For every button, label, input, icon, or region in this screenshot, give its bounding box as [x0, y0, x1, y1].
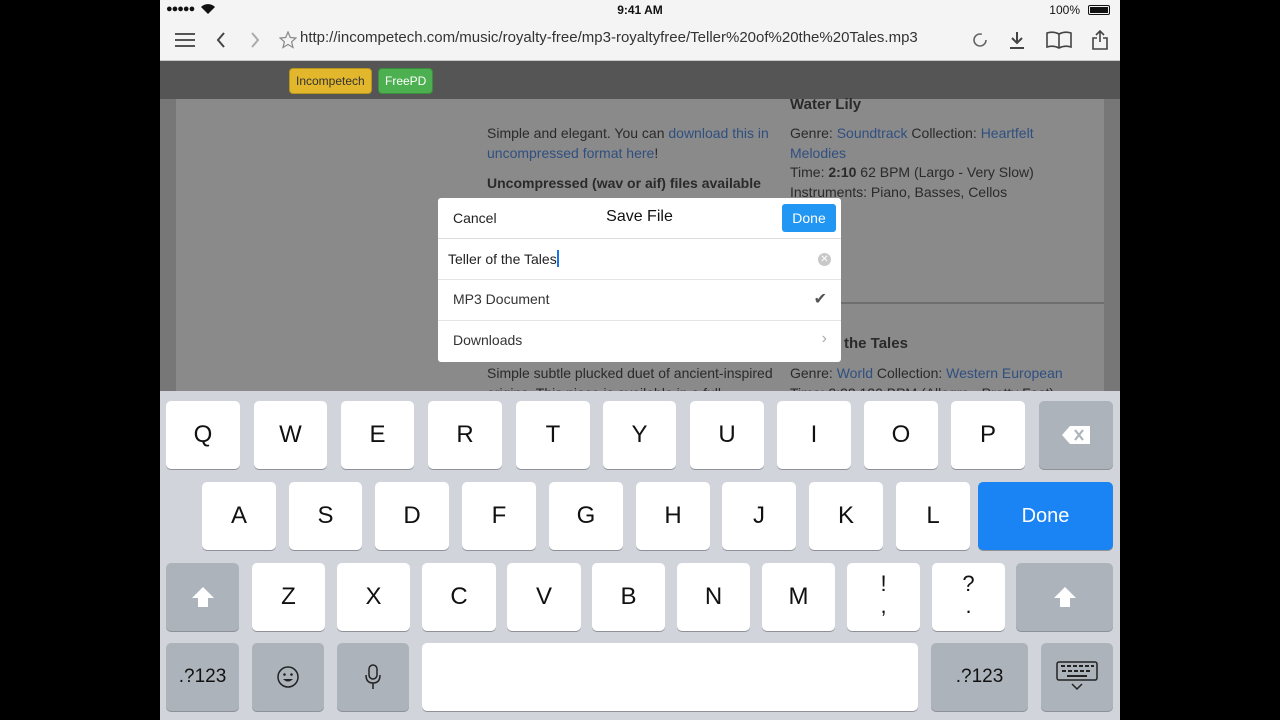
shift-key[interactable] — [166, 563, 239, 631]
track-title: the Tales — [844, 335, 908, 352]
track-genre: Genre: World Collection: Western Europea… — [790, 365, 1063, 381]
numbers-key-right[interactable]: .?123 — [931, 643, 1028, 711]
clock: 9:41 AM — [617, 3, 663, 17]
tag-incompetech[interactable]: Incompetech — [289, 68, 372, 94]
key-q[interactable]: Q — [166, 401, 240, 469]
backspace-key[interactable] — [1039, 401, 1113, 469]
done-key[interactable]: Done — [978, 482, 1113, 550]
uncompressed-note: Uncompressed (wav or aif) files availabl… — [487, 175, 761, 191]
description-paragraph: Simple subtle plucked duet of ancient-in… — [487, 365, 773, 381]
key-m[interactable]: M — [762, 563, 835, 631]
shift-icon — [191, 587, 214, 607]
genre-link[interactable]: World — [837, 365, 873, 381]
key-n[interactable]: N — [677, 563, 750, 631]
key-o[interactable]: O — [864, 401, 938, 469]
key-l[interactable]: L — [896, 482, 970, 550]
key-b[interactable]: B — [592, 563, 665, 631]
battery-percent: 100% — [1049, 3, 1080, 17]
shift-icon — [1053, 587, 1076, 607]
chevron-right-icon: › — [821, 330, 827, 347]
share-icon[interactable] — [1090, 28, 1110, 52]
key-g[interactable]: G — [549, 482, 623, 550]
location-label: Downloads — [453, 332, 523, 348]
dialog-title: Save File — [606, 208, 673, 225]
file-type-row[interactable]: MP3 Document ✔ — [438, 280, 841, 321]
battery-icon — [1088, 5, 1110, 15]
shift-key-right[interactable] — [1016, 563, 1113, 631]
filename-text: Teller of the Tales — [448, 251, 557, 267]
clear-text-icon[interactable]: ✕ — [818, 253, 831, 266]
uncompressed-link[interactable]: uncompressed format here — [487, 145, 654, 161]
key-p[interactable]: P — [951, 401, 1025, 469]
key-f[interactable]: F — [462, 482, 536, 550]
key-a[interactable]: A — [202, 482, 276, 550]
save-file-dialog: Cancel Save File Done Teller of the Tale… — [438, 198, 841, 362]
menu-icon[interactable] — [174, 28, 196, 52]
collection-link[interactable]: Heartfelt — [981, 125, 1034, 141]
on-screen-keyboard: Q W E R T Y U I O P A S D F G H J K L Do… — [160, 391, 1120, 720]
key-exclamation-comma[interactable]: !, — [847, 563, 920, 631]
key-e[interactable]: E — [341, 401, 414, 469]
key-j[interactable]: J — [722, 482, 796, 550]
back-icon[interactable] — [212, 28, 230, 52]
done-button[interactable]: Done — [782, 204, 836, 232]
genre-link[interactable]: Soundtrack — [837, 125, 908, 141]
microphone-icon — [365, 664, 381, 689]
key-k[interactable]: K — [809, 482, 883, 550]
key-t[interactable]: T — [516, 401, 590, 469]
url-field[interactable]: http://incompetech.com/music/royalty-fre… — [300, 29, 918, 46]
site-nav-bar: Incompetech FreePD — [160, 61, 1120, 99]
keyboard-dismiss-icon — [1056, 661, 1098, 691]
key-s[interactable]: S — [289, 482, 362, 550]
space-bar[interactable] — [422, 643, 918, 711]
key-c[interactable]: C — [422, 563, 496, 631]
collection-link[interactable]: Western European — [946, 365, 1062, 381]
dialog-header: Cancel Save File Done — [438, 198, 841, 239]
key-r[interactable]: R — [428, 401, 502, 469]
track-title: Water Lily — [790, 96, 862, 113]
description-paragraph: Simple and elegant. You can download thi… — [487, 125, 769, 161]
emoji-icon — [277, 666, 299, 688]
file-type-label: MP3 Document — [453, 291, 550, 307]
track-time: Time: 2:10 62 BPM (Largo - Very Slow) — [790, 164, 1034, 180]
hide-keyboard-key[interactable] — [1041, 643, 1113, 711]
key-z[interactable]: Z — [252, 563, 325, 631]
tag-freepd[interactable]: FreePD — [378, 68, 434, 94]
key-w[interactable]: W — [254, 401, 327, 469]
key-d[interactable]: D — [375, 482, 449, 550]
filename-field[interactable]: Teller of the Tales ✕ — [438, 239, 841, 280]
reading-list-icon[interactable] — [1046, 28, 1072, 52]
key-v[interactable]: V — [507, 563, 581, 631]
status-bar: ●●●●● 9:41 AM 100% — [160, 0, 1120, 20]
numbers-key-left[interactable]: .?123 — [166, 643, 239, 711]
ipad-screen: ●●●●● 9:41 AM 100% http://incompetech.co… — [160, 0, 1120, 720]
download-link[interactable]: download this in — [668, 125, 768, 141]
key-x[interactable]: X — [337, 563, 410, 631]
key-question-period[interactable]: ?. — [932, 563, 1005, 631]
text-cursor — [556, 250, 559, 267]
key-y[interactable]: Y — [603, 401, 676, 469]
bookmark-star-icon[interactable] — [278, 28, 298, 52]
reload-icon[interactable] — [970, 28, 990, 52]
browser-toolbar: http://incompetech.com/music/royalty-fre… — [160, 20, 1120, 61]
key-h[interactable]: H — [636, 482, 710, 550]
backspace-icon — [1062, 426, 1090, 444]
checkmark-icon: ✔ — [813, 291, 827, 308]
dictation-key[interactable] — [337, 643, 409, 711]
forward-icon[interactable] — [246, 28, 264, 52]
key-u[interactable]: U — [690, 401, 764, 469]
emoji-key[interactable] — [252, 643, 324, 711]
download-icon[interactable] — [1006, 28, 1028, 52]
key-i[interactable]: I — [777, 401, 851, 469]
track-genre: Genre: Soundtrack Collection: Heartfelt … — [790, 125, 1034, 161]
location-row[interactable]: Downloads › — [438, 321, 841, 361]
